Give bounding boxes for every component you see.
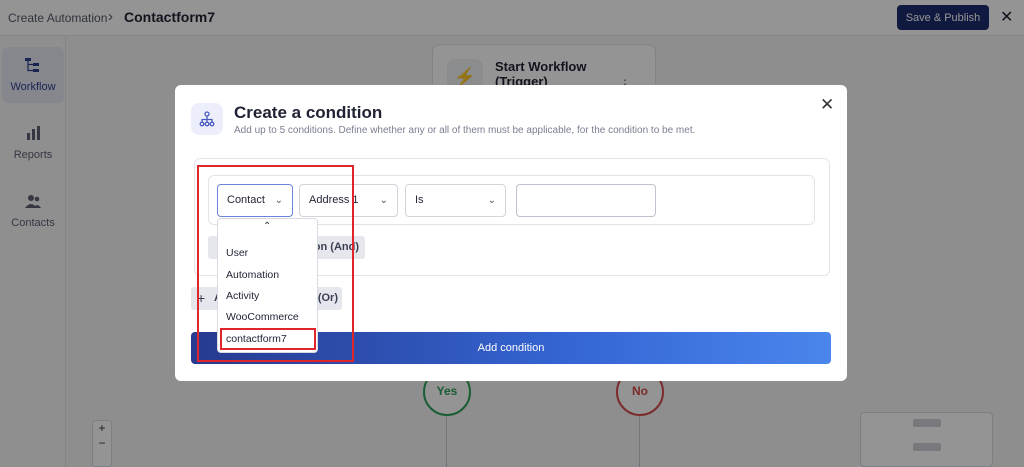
dialog-title: Create a condition xyxy=(234,103,383,122)
chevron-down-icon: ⌄ xyxy=(379,195,388,206)
operator-select-value: Is xyxy=(415,194,424,206)
chevron-down-icon: ⌄ xyxy=(487,195,496,206)
dialog-subtitle: Add up to 5 conditions. Define whether a… xyxy=(234,125,696,136)
value-input[interactable] xyxy=(516,184,656,217)
condition-tree-icon xyxy=(191,103,223,135)
annotation-highlight xyxy=(197,165,354,362)
operator-select[interactable]: Is ⌄ xyxy=(405,184,506,217)
close-icon[interactable]: ✕ xyxy=(820,95,834,115)
